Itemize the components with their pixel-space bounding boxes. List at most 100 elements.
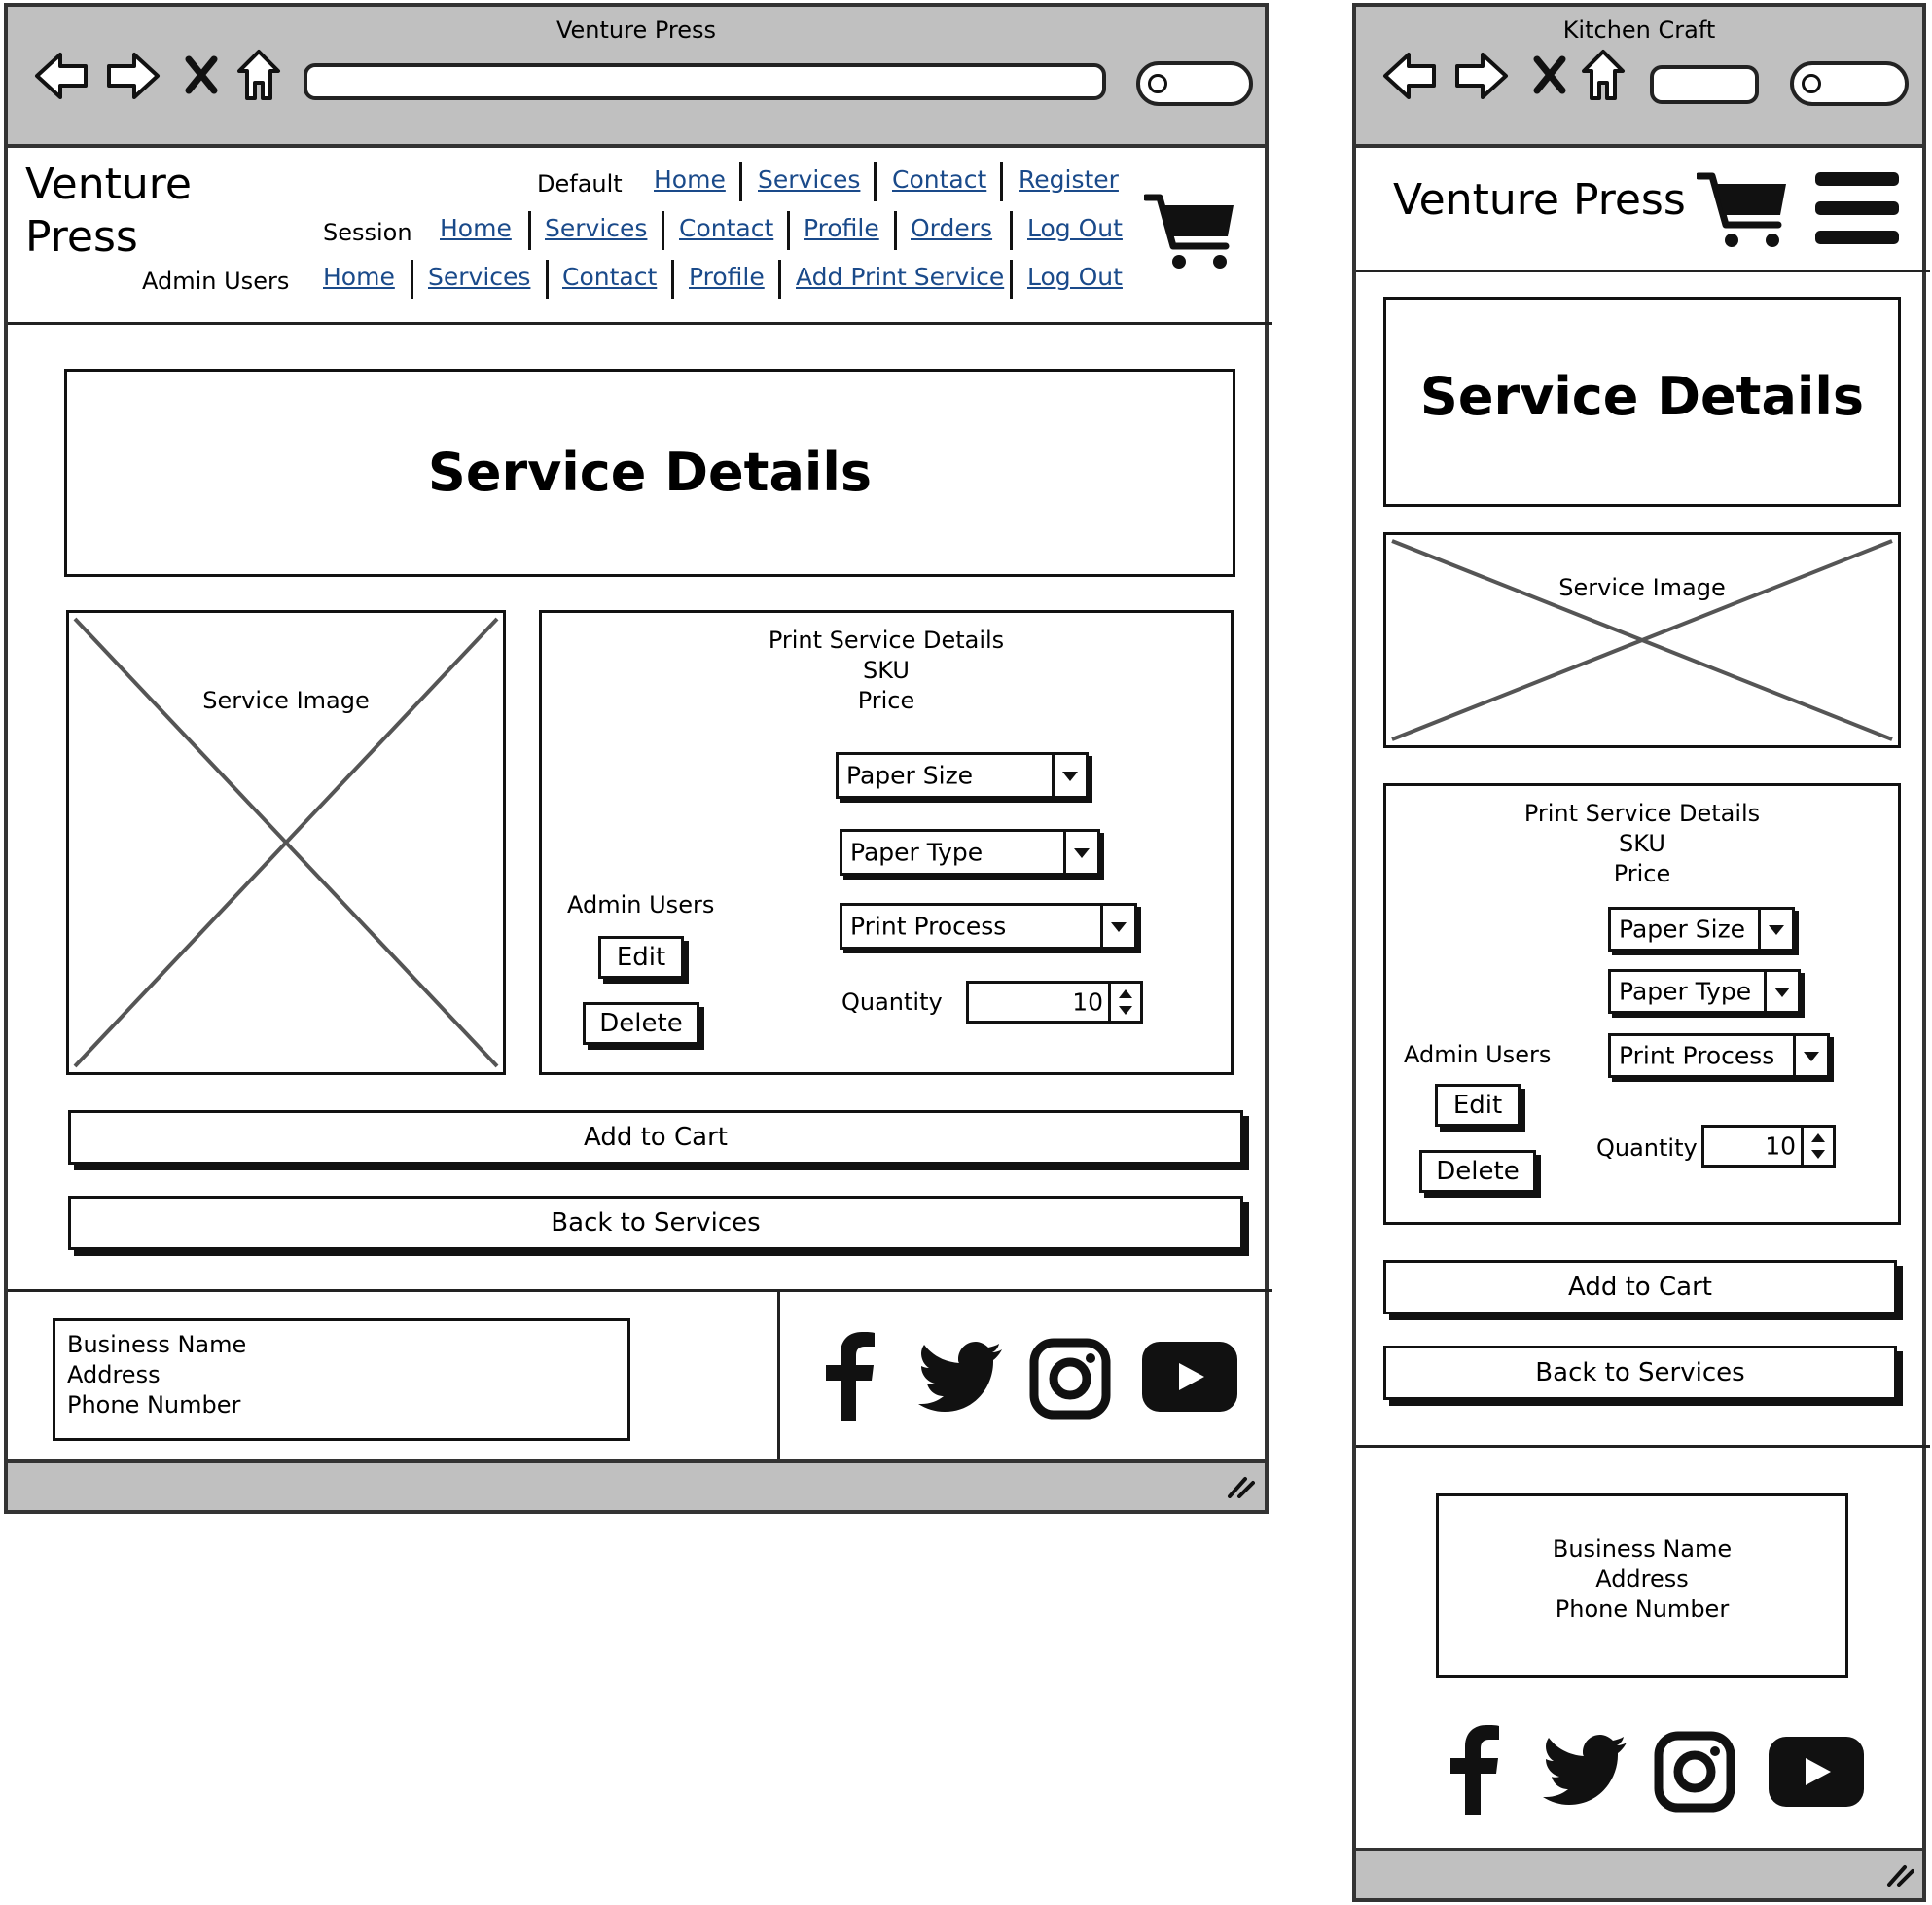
mobile-browser-window: Kitchen Craft Venture Press Service Deta… <box>1352 3 1930 1902</box>
cart-icon[interactable] <box>1144 192 1237 273</box>
admin-nav-services[interactable]: Services <box>428 263 530 291</box>
service-image: Service Image <box>1383 532 1901 748</box>
chevron-down-icon[interactable] <box>1764 972 1798 1011</box>
nav-admin-label: Admin Users <box>142 268 290 295</box>
image-placeholder-cross <box>73 617 499 1068</box>
paper-size-select[interactable]: Paper Size <box>836 752 1089 799</box>
admin-nav-home[interactable]: Home <box>323 263 395 291</box>
facebook-icon[interactable] <box>1448 1725 1502 1815</box>
quantity-label: Quantity <box>1596 1134 1698 1162</box>
hamburger-menu-icon[interactable] <box>1815 172 1899 244</box>
default-nav-services[interactable]: Services <box>758 165 860 194</box>
back-to-services-button[interactable]: Back to Services <box>68 1196 1243 1250</box>
default-nav-home[interactable]: Home <box>654 165 726 194</box>
edit-button[interactable]: Edit <box>598 936 684 979</box>
youtube-icon[interactable] <box>1142 1342 1237 1412</box>
close-icon[interactable] <box>185 55 218 94</box>
footer-phone: Phone Number <box>1555 1596 1730 1623</box>
admin-nav-add-print-service[interactable]: Add Print Service <box>796 263 1004 291</box>
page-title: Service Details <box>427 442 873 503</box>
home-icon[interactable] <box>235 48 282 102</box>
session-nav-logout[interactable]: Log Out <box>1027 214 1123 242</box>
print-process-select[interactable]: Print Process <box>1608 1033 1830 1078</box>
spinner-icon[interactable] <box>1801 1128 1833 1165</box>
session-nav-orders[interactable]: Orders <box>911 214 992 242</box>
back-arrow-icon[interactable] <box>1381 51 1438 101</box>
footer-contact-box: Business Name Address Phone Number <box>53 1318 630 1441</box>
spinner-icon[interactable] <box>1108 984 1140 1021</box>
resize-grip-icon[interactable] <box>1226 1475 1255 1498</box>
session-nav-contact[interactable]: Contact <box>679 214 773 242</box>
service-image: Service Image <box>66 610 506 1075</box>
twitter-icon[interactable] <box>918 1342 1002 1412</box>
chevron-down-icon[interactable] <box>1063 832 1097 873</box>
details-sku: SKU <box>1619 830 1665 857</box>
service-details-panel: Print Service Details SKU Price Paper Si… <box>539 610 1234 1075</box>
default-nav-register[interactable]: Register <box>1019 165 1119 194</box>
footer-business-name: Business Name <box>1552 1535 1733 1563</box>
footer-contact-box: Business Name Address Phone Number <box>1436 1493 1848 1678</box>
paper-type-select[interactable]: Paper Type <box>840 829 1100 876</box>
youtube-icon[interactable] <box>1769 1737 1864 1807</box>
details-price: Price <box>1613 860 1671 887</box>
session-nav-home[interactable]: Home <box>440 214 512 242</box>
footer-phone: Phone Number <box>67 1391 241 1419</box>
footer-business-name: Business Name <box>67 1331 247 1358</box>
admin-nav-logout[interactable]: Log Out <box>1027 263 1123 291</box>
forward-arrow-icon[interactable] <box>105 51 161 101</box>
delete-button[interactable]: Delete <box>1419 1150 1536 1193</box>
service-details-panel: Print Service Details SKU Price Paper Si… <box>1383 783 1901 1225</box>
admin-nav-contact[interactable]: Contact <box>562 263 657 291</box>
close-icon[interactable] <box>1533 55 1566 94</box>
instagram-icon[interactable] <box>1654 1731 1735 1813</box>
add-to-cart-button[interactable]: Add to Cart <box>1383 1260 1897 1314</box>
cart-icon[interactable] <box>1697 170 1790 252</box>
details-title: Print Service Details <box>1523 800 1761 827</box>
back-to-services-button[interactable]: Back to Services <box>1383 1346 1897 1400</box>
chevron-down-icon[interactable] <box>1793 1036 1827 1075</box>
service-image-label: Service Image <box>1558 574 1726 601</box>
add-to-cart-button[interactable]: Add to Cart <box>68 1110 1243 1165</box>
twitter-icon[interactable] <box>1543 1735 1627 1805</box>
browser-chrome: Venture Press <box>8 7 1265 148</box>
instagram-icon[interactable] <box>1029 1338 1111 1420</box>
status-bar <box>1356 1848 1922 1898</box>
chevron-down-icon[interactable] <box>1758 910 1792 949</box>
admin-users-label: Admin Users <box>567 891 715 918</box>
home-icon[interactable] <box>1580 48 1627 102</box>
browser-chrome: Kitchen Craft <box>1356 7 1922 148</box>
details-price: Price <box>857 687 915 714</box>
resize-grip-icon[interactable] <box>1885 1863 1914 1887</box>
quantity-stepper[interactable]: 10 <box>966 981 1143 1024</box>
footer-address: Address <box>67 1361 161 1388</box>
quantity-label: Quantity <box>841 988 943 1016</box>
chevron-down-icon[interactable] <box>1100 906 1134 947</box>
edit-button[interactable]: Edit <box>1435 1084 1521 1127</box>
default-nav-contact[interactable]: Contact <box>892 165 986 194</box>
nav-session-label: Session <box>323 219 412 246</box>
forward-arrow-icon[interactable] <box>1453 51 1510 101</box>
print-process-select[interactable]: Print Process <box>840 903 1137 950</box>
session-nav-services[interactable]: Services <box>545 214 647 242</box>
admin-nav-profile[interactable]: Profile <box>689 263 765 291</box>
service-image-label: Service Image <box>202 687 370 714</box>
back-arrow-icon[interactable] <box>33 51 89 101</box>
address-bar[interactable] <box>1650 65 1759 104</box>
paper-type-select[interactable]: Paper Type <box>1608 969 1801 1014</box>
logo[interactable]: Venture Press <box>25 159 220 264</box>
quantity-stepper[interactable]: 10 <box>1701 1125 1836 1168</box>
address-bar[interactable] <box>304 63 1106 100</box>
delete-button[interactable]: Delete <box>583 1002 699 1045</box>
image-placeholder-cross <box>1391 539 1893 741</box>
window-title: Venture Press <box>555 17 717 44</box>
search-icon <box>1802 74 1821 93</box>
search-icon <box>1148 74 1167 93</box>
facebook-icon[interactable] <box>823 1332 877 1421</box>
search-box[interactable] <box>1790 61 1909 106</box>
logo[interactable]: Venture Press <box>1393 174 1686 227</box>
paper-size-select[interactable]: Paper Size <box>1608 907 1795 952</box>
chevron-down-icon[interactable] <box>1052 755 1086 796</box>
session-nav-profile[interactable]: Profile <box>804 214 879 242</box>
search-box[interactable] <box>1136 61 1253 106</box>
admin-users-label: Admin Users <box>1404 1041 1552 1068</box>
